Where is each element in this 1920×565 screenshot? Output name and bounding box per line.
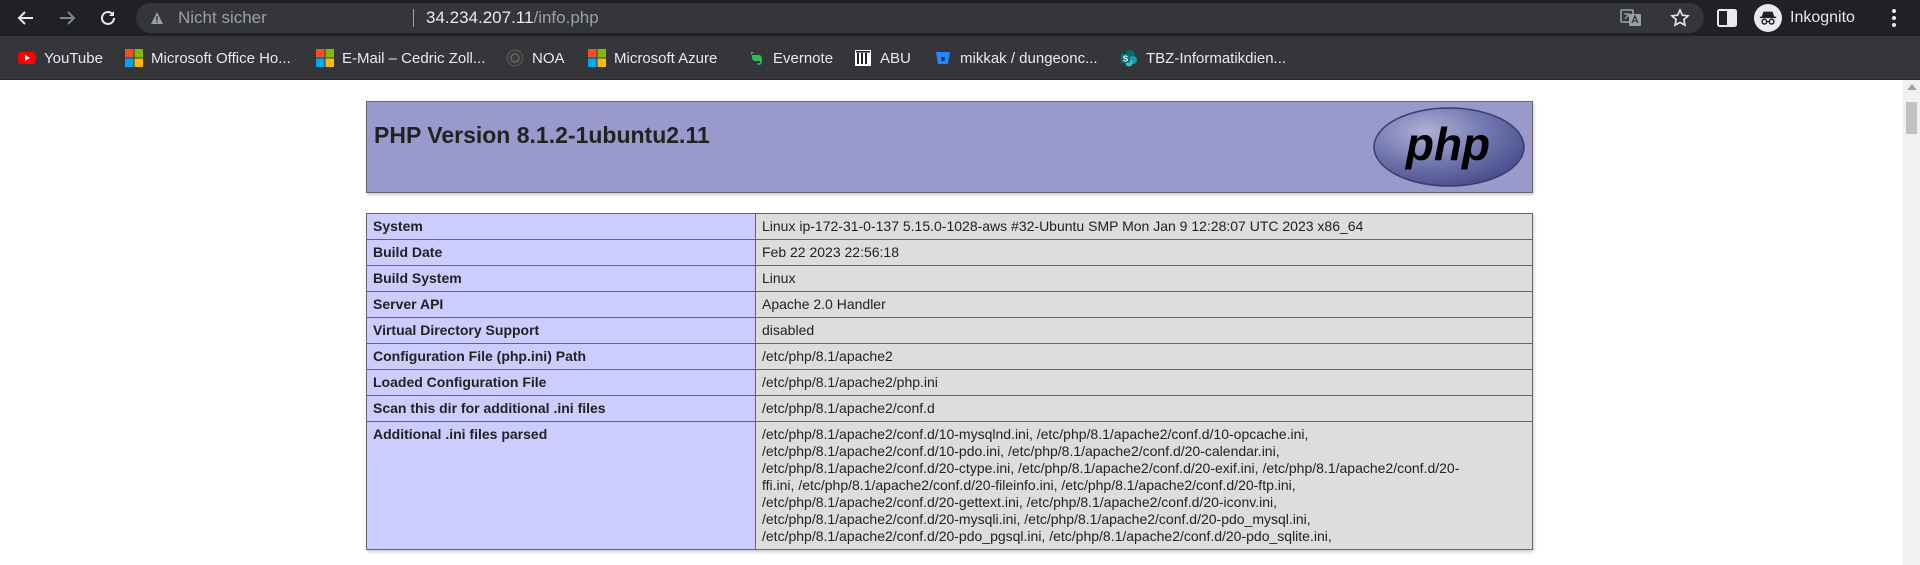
arrow-right-icon — [60, 11, 76, 25]
bookmark-youtube[interactable]: YouTube — [18, 36, 103, 80]
scroll-up-icon[interactable] — [1907, 84, 1917, 90]
php-logo[interactable]: php — [1372, 106, 1526, 188]
value-line: /etc/php/8.1/apache2/conf.d/20-gettext.i… — [762, 494, 1277, 510]
row-key: Build Date — [366, 239, 756, 266]
kebab-menu-icon[interactable] — [1882, 6, 1906, 30]
value-line: ffi.ini, /etc/php/8.1/apache2/conf.d/20-… — [762, 477, 1296, 493]
bookmarks-bar: YouTube Microsoft Office Ho... E-Mail – … — [0, 36, 1920, 80]
url-text[interactable]: 34.234.207.11/info.php — [426, 3, 599, 33]
table-row: Configuration File (php.ini) Path/etc/ph… — [366, 343, 1533, 370]
side-panel-icon[interactable] — [1716, 7, 1738, 29]
php-version-header: PHP Version 8.1.2-1ubuntu2.11 php — [366, 101, 1533, 193]
value-line: /etc/php/8.1/apache2/conf.d/20-mysqli.in… — [762, 511, 1311, 527]
table-row: Scan this dir for additional .ini files /… — [366, 395, 1533, 422]
value-line: /etc/php/8.1/apache2/conf.d/20-pdo_pgsql… — [762, 528, 1332, 544]
bookmark-label: mikkak / dungeonc... — [960, 49, 1098, 67]
row-key: Virtual Directory Support — [366, 317, 756, 344]
row-value: disabled — [755, 317, 1533, 344]
evernote-icon — [751, 52, 762, 65]
bookmark-label: ABU — [880, 49, 911, 67]
row-key: Additional .ini files parsed — [366, 421, 756, 550]
row-value: Feb 22 2023 22:56:18 — [755, 239, 1533, 266]
table-row: Additional .ini files parsed/etc/php/8.1… — [366, 421, 1533, 550]
url-host: 34.234.207.11 — [426, 8, 534, 27]
row-value: Apache 2.0 Handler — [755, 291, 1533, 318]
bookmark-label: Microsoft Azure — [614, 49, 718, 67]
bookmark-noa[interactable]: NOA — [506, 36, 565, 80]
bookmark-star-icon[interactable] — [1670, 8, 1690, 28]
youtube-icon — [18, 52, 36, 64]
warning-icon[interactable] — [150, 11, 164, 25]
sharepoint-icon: S — [1121, 50, 1137, 67]
row-value: /etc/php/8.1/apache2/conf.d/10-mysqlnd.i… — [755, 421, 1533, 550]
bookmark-azure[interactable]: Microsoft Azure — [588, 36, 717, 80]
reload-button[interactable] — [94, 4, 122, 32]
row-value: /etc/php/8.1/apache2/php.ini — [755, 369, 1533, 396]
profile-chip[interactable]: Inkognito — [1754, 3, 1855, 33]
bookmark-abu[interactable]: ABU — [854, 36, 911, 80]
php-logo-text: php — [1404, 118, 1490, 170]
row-value: /etc/php/8.1/apache2/conf.d — [755, 395, 1533, 422]
reload-icon — [101, 10, 115, 25]
microsoft-icon — [125, 49, 143, 67]
svg-text:S: S — [1123, 55, 1129, 64]
row-key: Build System — [366, 265, 756, 292]
table-row: Build System Linux — [366, 265, 1533, 292]
bookmark-label: NOA — [532, 49, 565, 67]
bookmark-label: YouTube — [44, 49, 103, 67]
bookmark-evernote[interactable]: Evernote — [747, 36, 833, 80]
value-line: /etc/php/8.1/apache2/conf.d/20-ctype.ini… — [762, 460, 1460, 476]
scrollbar-thumb[interactable] — [1906, 102, 1917, 134]
row-value: /etc/php/8.1/apache2 — [755, 343, 1533, 370]
back-button[interactable] — [12, 4, 40, 32]
arrow-left-icon — [17, 11, 33, 25]
row-key: Scan this dir for additional .ini files — [366, 395, 756, 422]
table-row: Virtual Directory Support disabled — [366, 317, 1533, 344]
page-title: PHP Version 8.1.2-1ubuntu2.11 — [374, 122, 710, 148]
row-value: Linux ip-172-31-0-137 5.15.0-1028-aws #3… — [755, 213, 1533, 240]
url-path: /info.php — [533, 8, 599, 27]
noa-icon — [506, 49, 524, 67]
microsoft-icon — [588, 49, 606, 67]
bookmark-tbz[interactable]: S TBZ-Informatikdien... — [1120, 36, 1286, 80]
bookmark-bitbucket[interactable]: mikkak / dungeonc... — [934, 36, 1098, 80]
translate-icon[interactable] — [1620, 8, 1642, 28]
bitbucket-icon — [936, 52, 950, 64]
profile-label: Inkognito — [1790, 9, 1855, 26]
row-key: Loaded Configuration File — [366, 369, 756, 396]
bookmark-label: TBZ-Informatikdien... — [1146, 49, 1287, 67]
value-line: /etc/php/8.1/apache2/conf.d/10-mysqlnd.i… — [762, 426, 1309, 442]
phpinfo-table: System Linux ip-172-31-0-137 5.15.0-1028-… — [366, 213, 1533, 550]
row-value: Linux — [755, 265, 1533, 292]
bookmark-email[interactable]: E-Mail – Cedric Zoll... — [316, 36, 485, 80]
forward-button[interactable] — [53, 4, 81, 32]
address-divider — [413, 9, 414, 27]
row-key: Server API — [366, 291, 756, 318]
row-key: System — [366, 213, 756, 240]
bookmark-label: E-Mail – Cedric Zoll... — [342, 49, 486, 67]
bookmark-microsoft-office[interactable]: Microsoft Office Ho... — [125, 36, 291, 80]
bookmark-label: Microsoft Office Ho... — [151, 49, 291, 67]
browser-toolbar: Nicht sicher 34.234.207.11/info.php Inko — [0, 0, 1920, 36]
value-line: /etc/php/8.1/apache2/conf.d/10-pdo.ini, … — [762, 443, 1280, 459]
microsoft-icon — [316, 49, 334, 67]
bookmark-label: Evernote — [773, 49, 834, 67]
table-row: Build Date Feb 22 2023 22:56:18 — [366, 239, 1533, 266]
security-status[interactable]: Nicht sicher — [178, 3, 267, 33]
table-row: Loaded Configuration File/etc/php/8.1/ap… — [366, 369, 1533, 396]
incognito-icon — [1754, 4, 1782, 32]
library-icon — [855, 50, 871, 66]
table-row: Server API Apache 2.0 Handler — [366, 291, 1533, 318]
row-key: Configuration File (php.ini) Path — [366, 343, 756, 370]
vertical-scrollbar[interactable] — [1903, 80, 1920, 565]
address-bar[interactable]: Nicht sicher 34.234.207.11/info.php — [136, 3, 1704, 33]
table-row: System Linux ip-172-31-0-137 5.15.0-1028-… — [366, 213, 1533, 240]
